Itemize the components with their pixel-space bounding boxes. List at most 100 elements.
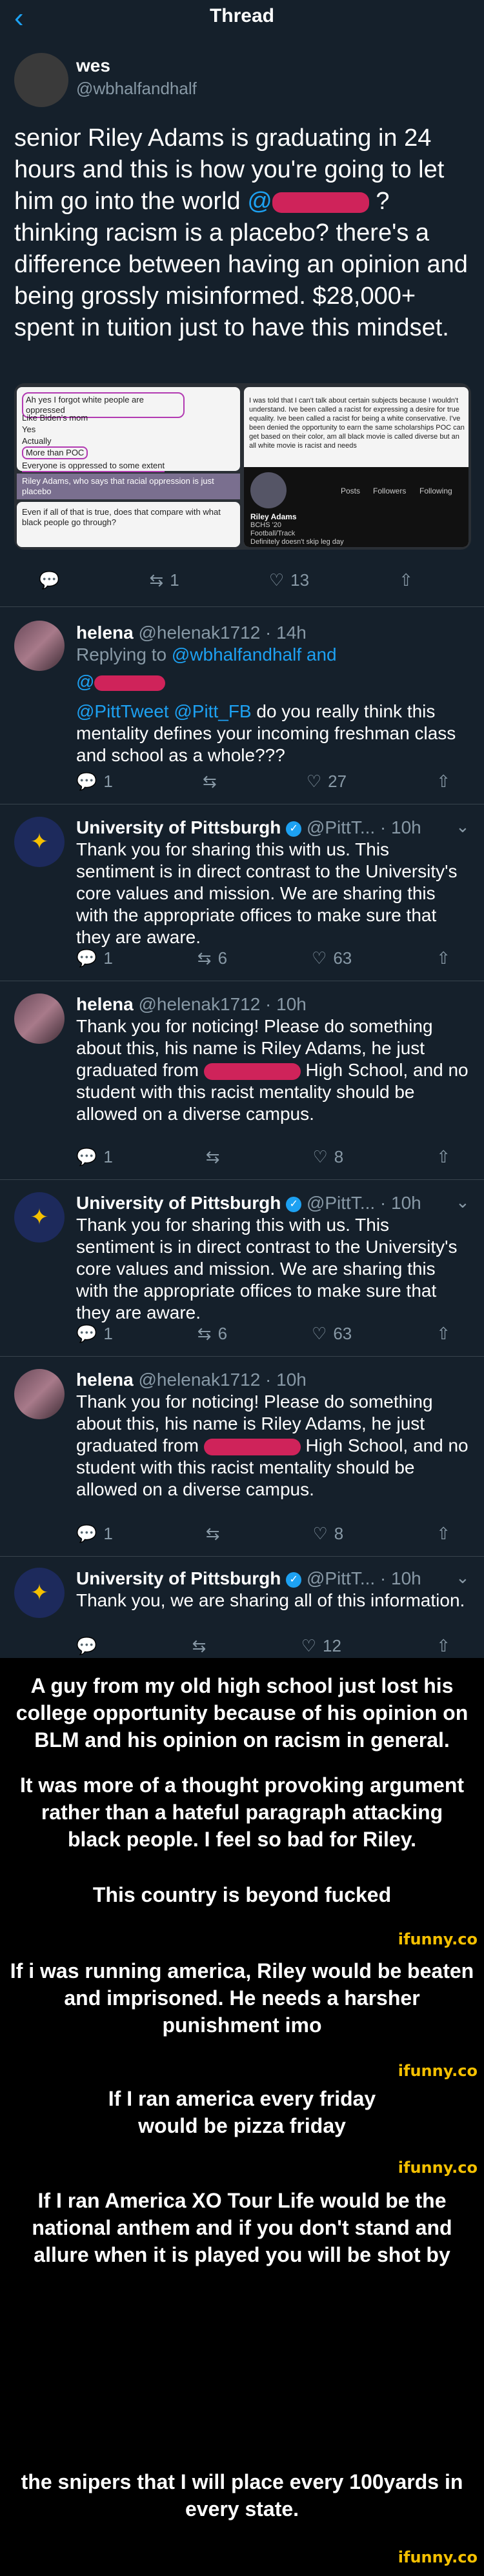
retweet-button[interactable]: ⇆ bbox=[203, 772, 217, 792]
retweet-count: 6 bbox=[217, 1324, 228, 1343]
reply-1: helena @helenak1712 · 14h Replying to @w… bbox=[76, 622, 470, 766]
mention-link[interactable]: @ bbox=[76, 672, 94, 692]
profile-bio: BCHS '20 bbox=[250, 521, 281, 529]
retweet-icon: ⇆ bbox=[197, 948, 212, 968]
reply-author[interactable]: helena bbox=[76, 623, 134, 643]
heart-icon: ♡ bbox=[312, 1324, 327, 1343]
reply-button[interactable]: 💬 bbox=[76, 1636, 97, 1656]
heart-icon: ♡ bbox=[268, 570, 285, 590]
redaction bbox=[203, 1438, 301, 1455]
chat-bubble: Everyone is oppressed to some extent bbox=[22, 461, 165, 472]
share-button[interactable]: ⇧ bbox=[436, 1524, 450, 1544]
pitt-seal-icon: ✦ bbox=[30, 829, 49, 855]
reply-4: University of Pittsburgh ✓ @PittT... · 1… bbox=[76, 1192, 470, 1324]
reply-author[interactable]: University of Pittsburgh bbox=[76, 817, 281, 837]
chevron-down-icon[interactable]: ⌄ bbox=[456, 1568, 470, 1588]
retweet-button[interactable]: ⇆ 1 bbox=[149, 570, 179, 590]
share-button[interactable]: ⇧ bbox=[436, 1636, 450, 1656]
chevron-down-icon[interactable]: ⌄ bbox=[456, 817, 470, 837]
pitt-seal-icon: ✦ bbox=[30, 1204, 49, 1230]
reply-text: Thank you for sharing this with us. This… bbox=[76, 1215, 458, 1323]
divider bbox=[0, 1356, 484, 1357]
reply-icon: 💬 bbox=[76, 1324, 97, 1343]
following-label: Following bbox=[419, 486, 452, 495]
pitt-seal-icon: ✦ bbox=[30, 1580, 49, 1606]
replying-link[interactable]: @wbhalfandhalf and bbox=[172, 644, 337, 664]
divider bbox=[0, 606, 484, 607]
reply-author[interactable]: University of Pittsburgh bbox=[76, 1568, 281, 1588]
chevron-down-icon[interactable]: ⌄ bbox=[456, 1192, 470, 1212]
share-button[interactable]: ⇧ bbox=[436, 948, 450, 968]
page-title: Thread bbox=[209, 5, 275, 26]
like-button[interactable]: ♡ 63 bbox=[312, 948, 352, 968]
retweet-count: 1 bbox=[170, 570, 179, 590]
chat-bubble: Even if all of that is true, does that c… bbox=[22, 507, 221, 527]
heart-icon: ♡ bbox=[312, 1524, 328, 1543]
reply-button[interactable]: 💬 1 bbox=[76, 772, 113, 792]
reply-button[interactable]: 💬 1 bbox=[76, 1524, 113, 1544]
retweet-button[interactable]: ⇆ bbox=[206, 1147, 220, 1167]
avatar[interactable]: ✦ bbox=[14, 1568, 65, 1618]
caption-paragraph-1: A guy from my old high school just lost … bbox=[15, 1674, 469, 1752]
share-button[interactable]: ⇧ bbox=[399, 570, 413, 590]
reply-icon: 💬 bbox=[39, 570, 60, 590]
retweet-button[interactable]: ⇆ 6 bbox=[197, 948, 227, 968]
share-icon: ⇧ bbox=[436, 1324, 450, 1343]
like-button[interactable]: ♡ 8 bbox=[312, 1524, 343, 1544]
like-button[interactable]: ♡ 13 bbox=[269, 570, 309, 590]
avatar[interactable] bbox=[14, 993, 65, 1044]
retweet-button[interactable]: ⇆ bbox=[206, 1524, 220, 1544]
avatar[interactable] bbox=[14, 53, 68, 107]
reply-actions: 💬 ⇆ ♡ 12 ⇧ bbox=[76, 1636, 450, 1656]
reply-button[interactable]: 💬 1 bbox=[76, 948, 113, 968]
retweet-button[interactable]: ⇆ 6 bbox=[197, 1324, 227, 1344]
reply-icon: 💬 bbox=[76, 948, 97, 968]
reply-author[interactable]: helena bbox=[76, 994, 134, 1014]
heart-icon: ♡ bbox=[306, 772, 322, 791]
retweet-button[interactable]: ⇆ bbox=[192, 1636, 207, 1656]
reply-button[interactable]: 💬 1 bbox=[76, 1324, 113, 1344]
reply-meta: @PittT... · 10h bbox=[306, 1193, 421, 1213]
reply-button[interactable]: 💬 1 bbox=[76, 1147, 113, 1167]
like-button[interactable]: ♡ 12 bbox=[301, 1636, 341, 1656]
reply-actions: 💬 1 ⇆ ♡ 8 ⇧ bbox=[76, 1147, 450, 1167]
watermark: ifunny.co bbox=[398, 1930, 478, 1948]
tweet-text: senior Riley Adams is graduating in 24 h… bbox=[14, 123, 472, 344]
share-button[interactable]: ⇧ bbox=[436, 772, 450, 792]
retweet-icon: ⇆ bbox=[202, 772, 217, 791]
avatar[interactable] bbox=[14, 1369, 65, 1419]
caption-paragraph-2: It was more of a thought provoking argum… bbox=[19, 1773, 465, 1851]
verified-badge-icon: ✓ bbox=[286, 1196, 302, 1212]
heart-icon: ♡ bbox=[301, 1636, 317, 1655]
avatar[interactable] bbox=[14, 621, 65, 671]
reply-5: helena @helenak1712 · 10h Thank you for … bbox=[76, 1369, 470, 1501]
redaction bbox=[272, 192, 369, 213]
reply-author[interactable]: helena bbox=[76, 1370, 134, 1390]
share-icon: ⇧ bbox=[436, 772, 450, 791]
retweet-icon: ⇆ bbox=[197, 1324, 212, 1343]
like-button[interactable]: ♡ 27 bbox=[307, 772, 347, 792]
reply-icon: 💬 bbox=[76, 772, 97, 791]
redaction bbox=[94, 675, 166, 691]
author-handle[interactable]: @wbhalfandhalf bbox=[76, 79, 197, 99]
share-icon: ⇧ bbox=[399, 570, 413, 590]
mention-link[interactable]: @PittTweet @Pitt_FB bbox=[76, 701, 252, 721]
retweet-count: 6 bbox=[217, 948, 228, 968]
reply-author[interactable]: University of Pittsburgh bbox=[76, 1193, 281, 1213]
reply-button[interactable]: 💬 bbox=[39, 570, 59, 590]
like-count: 8 bbox=[334, 1524, 344, 1543]
avatar[interactable]: ✦ bbox=[14, 817, 65, 867]
like-button[interactable]: ♡ 8 bbox=[312, 1147, 343, 1167]
reply-actions: 💬 1 ⇆ ♡ 27 ⇧ bbox=[76, 772, 450, 792]
share-button[interactable]: ⇧ bbox=[436, 1324, 450, 1344]
reply-count: 1 bbox=[103, 1524, 113, 1543]
author-name[interactable]: wes bbox=[76, 55, 110, 76]
chat-bubble: Like Biden's mom bbox=[22, 413, 88, 423]
embedded-images[interactable]: Ah yes I forgot white people are oppress… bbox=[14, 383, 471, 550]
like-button[interactable]: ♡ 63 bbox=[312, 1324, 352, 1344]
reply-actions: 💬 1 ⇆ 6 ♡ 63 ⇧ bbox=[76, 1324, 450, 1344]
mention-link[interactable]: @ bbox=[247, 188, 272, 215]
reply-2: University of Pittsburgh ✓ @PittT... · 1… bbox=[76, 817, 470, 948]
avatar[interactable]: ✦ bbox=[14, 1192, 65, 1243]
share-button[interactable]: ⇧ bbox=[436, 1147, 450, 1167]
